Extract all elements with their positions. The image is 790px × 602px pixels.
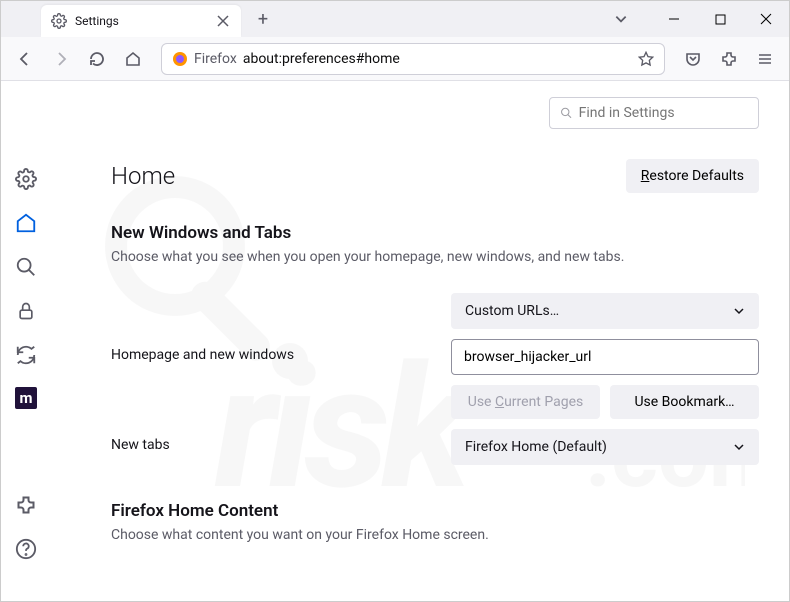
page-title: Home xyxy=(111,162,175,190)
window-controls xyxy=(651,1,789,37)
content: risk .com m xyxy=(1,81,789,601)
sidebar-item-general[interactable] xyxy=(14,167,38,191)
new-tab-button[interactable]: + xyxy=(249,5,277,33)
homepage-label: Homepage and new windows xyxy=(111,339,441,363)
firefox-logo-icon xyxy=(172,51,188,67)
tab-title: Settings xyxy=(75,14,215,28)
chevron-down-icon xyxy=(733,305,745,317)
close-window-button[interactable] xyxy=(743,1,789,37)
restore-defaults-button[interactable]: Restore Defaults xyxy=(626,159,759,193)
tab-settings[interactable]: Settings xyxy=(41,5,241,37)
homepage-url-input[interactable] xyxy=(451,339,759,375)
section-title-fhc: Firefox Home Content xyxy=(111,501,759,521)
section-title-nwt: New Windows and Tabs xyxy=(111,223,759,243)
use-bookmark-button[interactable]: Use Bookmark… xyxy=(610,385,759,419)
sidebar-item-help[interactable] xyxy=(14,537,38,561)
maximize-button[interactable] xyxy=(697,1,743,37)
sidebar-item-search[interactable] xyxy=(14,255,38,279)
home-button[interactable] xyxy=(117,43,149,75)
bookmark-star-icon[interactable] xyxy=(638,51,654,67)
homepage-mode-value: Custom URLs… xyxy=(465,303,559,319)
urlbar-text: about:preferences#home xyxy=(243,51,638,67)
search-input[interactable] xyxy=(579,105,748,121)
reload-button[interactable] xyxy=(81,43,113,75)
pocket-button[interactable] xyxy=(677,43,709,75)
use-current-pages-button[interactable]: Use Current Pages xyxy=(451,385,600,419)
forward-button[interactable] xyxy=(45,43,77,75)
chevron-down-icon xyxy=(733,441,745,453)
sidebar-item-home[interactable] xyxy=(14,211,38,235)
titlebar: Settings + xyxy=(1,1,789,37)
main-panel: Home Restore Defaults New Windows and Ta… xyxy=(51,81,789,601)
section-sub-fhc: Choose what content you want on your Fir… xyxy=(111,527,759,543)
newtabs-value: Firefox Home (Default) xyxy=(465,439,607,455)
url-bar[interactable]: Firefox about:preferences#home xyxy=(161,43,665,75)
nav-toolbar: Firefox about:preferences#home xyxy=(1,37,789,81)
sidebar-item-sync[interactable] xyxy=(14,343,38,367)
homepage-mode-select[interactable]: Custom URLs… xyxy=(451,293,759,329)
back-button[interactable] xyxy=(9,43,41,75)
newtabs-select[interactable]: Firefox Home (Default) xyxy=(451,429,759,465)
newtabs-label: New tabs xyxy=(111,429,441,453)
gear-icon xyxy=(51,13,67,29)
sidebar-item-privacy[interactable] xyxy=(14,299,38,323)
settings-sidebar: m xyxy=(1,81,51,601)
urlbar-prefix: Firefox xyxy=(194,51,237,67)
section-sub-nwt: Choose what you see when you open your h… xyxy=(111,249,759,265)
tabs-dropdown-button[interactable] xyxy=(603,1,639,37)
sidebar-item-more-from-mozilla[interactable]: m xyxy=(15,387,37,409)
close-icon[interactable] xyxy=(215,13,231,29)
minimize-button[interactable] xyxy=(651,1,697,37)
app-menu-button[interactable] xyxy=(749,43,781,75)
sidebar-item-extensions[interactable] xyxy=(14,493,38,517)
extensions-button[interactable] xyxy=(713,43,745,75)
settings-search[interactable] xyxy=(549,97,759,129)
